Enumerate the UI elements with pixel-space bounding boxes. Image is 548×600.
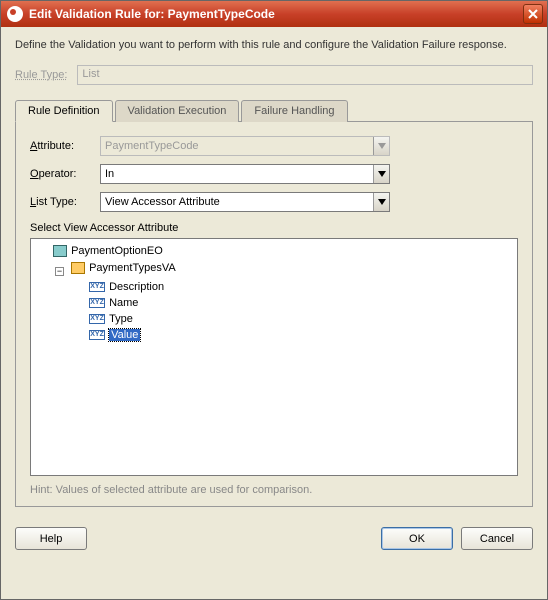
attribute-value: PaymentTypeCode: [105, 140, 199, 152]
attribute-icon: XYZ: [89, 314, 105, 324]
app-icon: [7, 6, 23, 22]
tree-collapse-toggle[interactable]: −: [55, 267, 64, 276]
dialog-footer: Help OK Cancel: [1, 517, 547, 550]
tree-node-label-selected: Value: [109, 329, 140, 341]
tree-node-attr[interactable]: XYZ Description: [89, 281, 164, 293]
cancel-button[interactable]: Cancel: [461, 527, 533, 550]
tab-panel-definition: Attribute: PaymentTypeCode Operator: In …: [15, 122, 533, 507]
titlebar[interactable]: Edit Validation Rule for: PaymentTypeCod…: [1, 1, 547, 27]
tree-node-label: Description: [109, 281, 164, 293]
tree-node-attr[interactable]: XYZ Value: [89, 329, 140, 341]
tab-validation-execution[interactable]: Validation Execution: [115, 100, 240, 122]
hint-text: Hint: Values of selected attribute are u…: [30, 484, 518, 496]
ok-button[interactable]: OK: [381, 527, 453, 550]
close-button[interactable]: [523, 4, 543, 24]
tab-rule-definition[interactable]: Rule Definition: [15, 100, 113, 122]
tree-node-attr[interactable]: XYZ Type: [89, 313, 133, 325]
dialog-description: Define the Validation you want to perfor…: [15, 39, 533, 51]
attribute-icon: XYZ: [89, 298, 105, 308]
rule-type-label: Rule Type:: [15, 69, 67, 81]
tree-node-label: Type: [109, 313, 133, 325]
attribute-icon: XYZ: [89, 282, 105, 292]
select-section-label: Select View Accessor Attribute: [30, 222, 518, 234]
chevron-down-icon[interactable]: [373, 165, 389, 183]
tree-node-label: PaymentOptionEO: [71, 245, 163, 257]
accessor-tree[interactable]: PaymentOptionEO − PaymentTypesVA: [30, 238, 518, 476]
tab-bar: Rule Definition Validation Execution Fai…: [15, 99, 533, 122]
tree-node-attr[interactable]: XYZ Name: [89, 297, 138, 309]
rule-type-combo: List: [77, 65, 533, 85]
close-icon: [528, 9, 538, 19]
chevron-down-icon[interactable]: [373, 193, 389, 211]
tree-node-va[interactable]: PaymentTypesVA: [71, 262, 176, 274]
operator-label: Operator:: [30, 168, 100, 180]
attribute-icon: XYZ: [89, 330, 105, 340]
attribute-label: Attribute:: [30, 140, 100, 152]
tree-node-eo[interactable]: PaymentOptionEO: [53, 245, 163, 257]
operator-value: In: [105, 168, 114, 180]
entity-object-icon: [53, 245, 67, 257]
chevron-down-icon: [373, 137, 389, 155]
list-type-combo[interactable]: View Accessor Attribute: [100, 192, 390, 212]
tree-node-label: PaymentTypesVA: [89, 262, 176, 274]
operator-combo[interactable]: In: [100, 164, 390, 184]
list-type-label: List Type:: [30, 196, 100, 208]
view-accessor-icon: [71, 262, 85, 274]
rule-type-value: List: [82, 68, 99, 80]
window-title: Edit Validation Rule for: PaymentTypeCod…: [29, 7, 275, 21]
tab-failure-handling[interactable]: Failure Handling: [241, 100, 347, 122]
list-type-value: View Accessor Attribute: [105, 196, 220, 208]
help-button[interactable]: Help: [15, 527, 87, 550]
attribute-combo: PaymentTypeCode: [100, 136, 390, 156]
tree-node-label: Name: [109, 297, 138, 309]
